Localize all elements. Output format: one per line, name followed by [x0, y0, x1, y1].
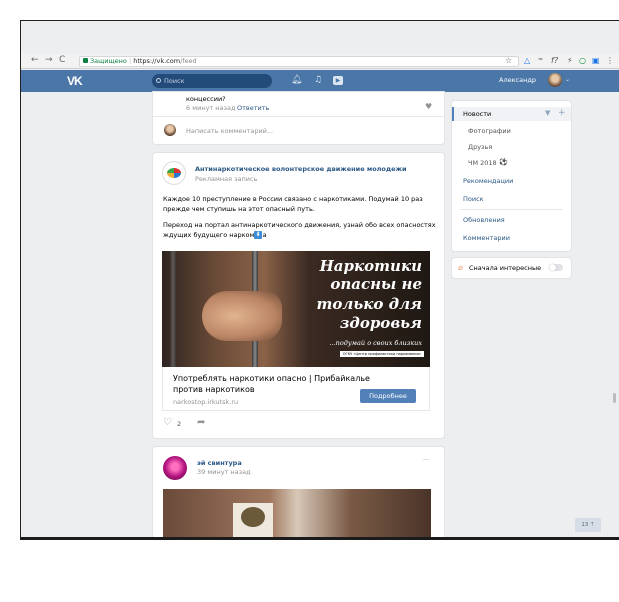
post-text-line: Переход на портал антинаркотического дви… — [163, 221, 436, 229]
ad-image-org: ОГКУ «Центр профилактики наркомании» — [339, 351, 424, 357]
post-card: эй свинтура 39 минут назад ··· — [153, 447, 444, 540]
post-image[interactable] — [163, 489, 431, 540]
user-name[interactable]: Александр — [499, 76, 536, 84]
ad-image-title: здоровья — [339, 314, 422, 332]
cast-extension-icon[interactable]: ▣ — [592, 56, 600, 65]
write-comment-input[interactable]: Написать комментарий... — [186, 127, 273, 135]
hand-graphic — [202, 291, 282, 341]
menu-item-updates[interactable]: Обновления — [463, 216, 505, 224]
fire-icon: 🔥︎ — [458, 264, 464, 272]
post-author[interactable]: эй свинтура — [197, 459, 242, 467]
screen-frame: ← → C Защищено | https://vk.com/feed ☆ △… — [20, 20, 619, 540]
circle-extension-icon[interactable]: ○ — [579, 56, 586, 65]
ad-image-title: только для — [316, 295, 422, 313]
news-menu: Новости ▼ + Фотографии Друзья ЧМ 2018 ⚽ … — [452, 101, 571, 251]
photo-graphic — [241, 507, 265, 527]
link-title[interactable]: Употреблять наркотики опасно | Прибайкал… — [173, 374, 370, 383]
address-bar[interactable]: Защищено | https://vk.com/feed — [79, 56, 519, 67]
menu-item-comments[interactable]: Комментарии — [463, 234, 510, 242]
menu-item-photos[interactable]: Фотографии — [468, 127, 511, 135]
bottom-strip — [21, 537, 619, 540]
post-author[interactable]: Антинаркотическое волонтерское движение … — [195, 165, 407, 173]
football-icon: ⚽ — [499, 158, 508, 166]
scrollbar-thumb[interactable] — [613, 393, 616, 403]
ad-image[interactable]: Наркотики опасны не только для здоровья … — [162, 251, 430, 367]
browser-toolbar: ← → C Защищено | https://vk.com/feed ☆ △… — [21, 54, 619, 69]
org-logo-icon — [167, 168, 181, 178]
search-icon — [156, 78, 161, 83]
music-icon[interactable]: ♫ — [314, 75, 322, 85]
post-subtitle: Рекламная запись — [195, 175, 258, 183]
scroll-up-badge[interactable]: 13 ⇡ — [575, 518, 601, 532]
bar-graphic — [170, 251, 176, 367]
link-title[interactable]: против наркотиков — [173, 385, 255, 394]
search-placeholder: Поиск — [164, 77, 185, 85]
post-text-line: ждущих будущего наркомана — [163, 231, 267, 239]
divider — [153, 116, 444, 117]
extension-icon[interactable]: ≈ — [538, 56, 543, 63]
avatar[interactable] — [548, 73, 562, 87]
menu-item-search[interactable]: Поиск — [463, 195, 484, 203]
fx-extension-icon[interactable]: f? — [551, 56, 558, 65]
vk-logo[interactable]: VK — [67, 74, 83, 88]
interesting-first-label: Сначала интересные — [469, 264, 542, 272]
arrow-down-emoji-icon: ⬇ — [254, 231, 262, 239]
post-text-line: прежде чем ступишь на этот опасный путь. — [163, 205, 315, 213]
post-text-line: Каждое 10 преступление в России связано … — [163, 195, 423, 203]
like-icon[interactable]: ♡ — [163, 417, 172, 428]
share-icon[interactable]: ➦ — [197, 417, 205, 428]
menu-item-news[interactable]: Новости — [463, 110, 491, 118]
menu-item-friends[interactable]: Друзья — [468, 143, 492, 151]
comment-card: концессии? 6 минут назад Ответить ♥ Напи… — [153, 92, 444, 144]
forward-icon[interactable]: → — [45, 55, 53, 65]
secure-label: Защищено — [90, 57, 127, 65]
chevron-down-icon[interactable]: ⌄ — [565, 76, 570, 83]
url-path: /feed — [180, 57, 197, 65]
bell-icon[interactable]: 🔔︎ — [291, 75, 302, 85]
more-options-icon[interactable]: ··· — [423, 456, 429, 464]
ad-post-card: Антинаркотическое волонтерское движение … — [153, 153, 444, 438]
post-time: 39 минут назад — [197, 468, 251, 476]
link-domain: narkostop.irkutsk.ru — [173, 398, 239, 406]
author-avatar[interactable] — [163, 456, 187, 480]
interesting-first-toggle[interactable] — [549, 264, 563, 271]
menu-item-worldcup[interactable]: ЧМ 2018 — [468, 159, 497, 167]
ad-image-title: опасны не — [330, 275, 422, 293]
more-details-button[interactable]: Подробнее — [360, 389, 416, 403]
add-icon[interactable]: + — [558, 108, 566, 118]
reply-link[interactable]: Ответить — [237, 104, 269, 112]
heart-icon[interactable]: ♥ — [425, 102, 432, 111]
vk-header: VK Поиск 🔔︎ ♫ ▶ Александр ⌄ — [21, 70, 619, 92]
menu-dots-icon[interactable]: ⋮ — [606, 56, 614, 65]
bookmark-star-icon[interactable]: ☆ — [505, 56, 512, 65]
bolt-extension-icon[interactable]: ⚡ — [567, 56, 573, 65]
like-count: 2 — [177, 420, 182, 428]
ad-image-title: Наркотики — [319, 257, 422, 275]
search-input[interactable]: Поиск — [152, 74, 272, 88]
comment-time: 6 минут назад — [186, 104, 236, 112]
url-host: https://vk.com — [133, 57, 181, 65]
org-avatar[interactable] — [163, 162, 185, 184]
filter-icon[interactable]: ▼ — [545, 109, 550, 117]
comment-text: концессии? — [186, 95, 226, 103]
back-icon[interactable]: ← — [31, 55, 39, 65]
drive-extension-icon[interactable]: △ — [524, 56, 530, 65]
reload-icon[interactable]: C — [59, 55, 65, 65]
commenter-avatar — [164, 124, 176, 136]
play-icon[interactable]: ▶ — [333, 76, 343, 85]
divider — [460, 209, 563, 210]
menu-item-recommendations[interactable]: Рекомендации — [463, 177, 513, 185]
lock-icon — [83, 58, 88, 63]
ad-image-subtitle: ...подумай о своих близких — [329, 339, 422, 347]
